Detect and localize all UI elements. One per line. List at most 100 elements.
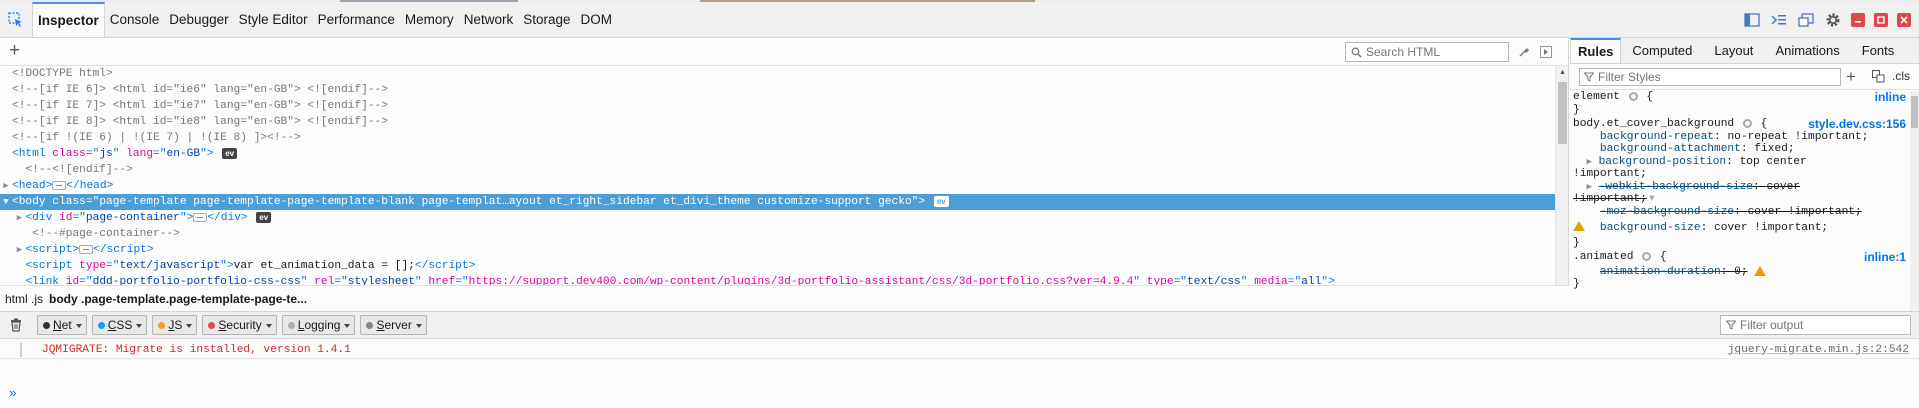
filter-logging-button[interactable]: Logging xyxy=(281,315,356,335)
tree-row[interactable]: <!--[if IE 7]> <html id="ie7" lang="en-G… xyxy=(0,98,1555,114)
message-source-link[interactable]: jquery-migrate.min.js:2:542 xyxy=(1728,344,1909,356)
warning-icon xyxy=(1754,265,1767,276)
filter-styles-input[interactable] xyxy=(1598,70,1828,84)
restore-button[interactable] xyxy=(1874,12,1888,27)
tree-row[interactable]: <!--<![endif]--> xyxy=(0,162,1555,178)
rule-header[interactable]: element {inline xyxy=(1570,91,1910,104)
tab-network[interactable]: Network xyxy=(459,2,519,37)
declaration-overridden[interactable]: animation-duration: 0; xyxy=(1570,266,1910,279)
filter-css-button[interactable]: CSS xyxy=(91,315,148,335)
tree-row[interactable]: <!--[if !(IE 6) | !(IE 7) | !(IE 8) ]><!… xyxy=(0,130,1555,146)
toggle-pseudo-class-icon[interactable] xyxy=(1872,70,1885,83)
rule-source-link[interactable]: inline xyxy=(1875,91,1906,104)
event-badge[interactable]: ev xyxy=(222,147,238,159)
collapsed-content-icon[interactable] xyxy=(193,212,208,222)
tree-row-script[interactable]: ▶ <script> </script> xyxy=(0,242,1555,258)
clear-console-button[interactable] xyxy=(8,317,24,333)
add-rule-button[interactable]: + xyxy=(1846,67,1856,87)
event-badge[interactable]: ev xyxy=(933,195,949,207)
devtools-toolbar: Inspector Console Debugger Style Editor … xyxy=(0,2,1919,38)
declaration[interactable]: ▶ background-position: top center xyxy=(1570,156,1910,169)
rule-header[interactable]: .animated {inline:1 xyxy=(1570,251,1910,264)
dock-side-button[interactable] xyxy=(1743,11,1761,29)
filter-server-button[interactable]: Server xyxy=(360,315,427,335)
tab-memory[interactable]: Memory xyxy=(400,2,459,37)
tab-fonts[interactable]: Fonts xyxy=(1851,38,1906,63)
tab-storage[interactable]: Storage xyxy=(518,2,575,37)
filter-output-input[interactable] xyxy=(1740,318,1900,332)
element-picker-button[interactable] xyxy=(0,2,32,37)
expand-toggle[interactable]: ▶ xyxy=(13,242,25,258)
breadcrumb-body[interactable]: body .page-template.page-template-page-t… xyxy=(49,292,307,306)
event-badge[interactable]: ev xyxy=(256,211,272,223)
filter-output-box[interactable] xyxy=(1720,315,1911,335)
tab-layout[interactable]: Layout xyxy=(1703,38,1764,63)
expand-toggle[interactable]: ▶ xyxy=(0,178,12,194)
tab-inspector[interactable]: Inspector xyxy=(32,2,105,37)
tree-row[interactable]: <!--[if IE 8]> <html id="ie8" lang="en-G… xyxy=(0,114,1555,130)
markup-scrollbar[interactable]: ▲ xyxy=(1555,66,1568,286)
rule-header[interactable]: body.et_cover_background {style.dev.css:… xyxy=(1570,118,1910,131)
minimize-button[interactable] xyxy=(1851,12,1865,27)
filter-net-button[interactable]: Net xyxy=(37,315,87,335)
rule-options-icon[interactable] xyxy=(1642,251,1652,261)
tab-performance[interactable]: Performance xyxy=(313,2,400,37)
markup-panel: + <!DOCTYPE html> <!--[if IE 6]> <html i… xyxy=(0,38,1569,311)
filter-js-button[interactable]: JS xyxy=(152,315,198,335)
tab-style-editor[interactable]: Style Editor xyxy=(234,2,313,37)
rule-source-link[interactable]: inline:1 xyxy=(1864,251,1906,264)
declaration[interactable]: background-attachment: fixed; xyxy=(1570,143,1910,156)
tree-row-body-selected[interactable]: ▼ <body class="page-template page-templat… xyxy=(0,194,1555,210)
rule-options-icon[interactable] xyxy=(1628,91,1638,101)
collapsed-content-icon[interactable] xyxy=(52,180,67,190)
tab-rules[interactable]: Rules xyxy=(1570,38,1622,63)
scroll-thumb[interactable] xyxy=(1911,96,1918,128)
declaration[interactable]: background-size: cover !important; xyxy=(1570,222,1910,235)
search-html-box[interactable] xyxy=(1345,42,1509,62)
tab-console[interactable]: Console xyxy=(105,2,165,37)
rules-scrollbar[interactable] xyxy=(1910,91,1919,311)
collapsed-content-icon[interactable] xyxy=(79,244,94,254)
console-input-prompt[interactable]: » xyxy=(9,386,17,401)
declaration-overridden[interactable]: -moz-background-size: cover !important; xyxy=(1570,206,1910,219)
tree-row-html[interactable]: <html class="js" lang="en-GB"> ev xyxy=(0,146,1555,162)
security-dot-icon xyxy=(208,321,216,329)
collapse-toggle[interactable]: ▼ xyxy=(0,194,12,210)
eyedropper-button[interactable] xyxy=(1516,44,1532,60)
message-text: JQMIGRATE: Migrate is installed, version… xyxy=(42,343,351,356)
filter-security-button[interactable]: Security xyxy=(202,315,277,335)
expand-toggle[interactable]: ▶ xyxy=(13,210,25,226)
settings-button[interactable] xyxy=(1824,11,1842,29)
cls-toggle-button[interactable]: .cls xyxy=(1892,69,1910,83)
filter-styles-box[interactable] xyxy=(1579,68,1841,86)
split-console-button[interactable] xyxy=(1770,11,1788,29)
declaration-continued: !important; xyxy=(1573,168,1647,180)
tree-row-div[interactable]: ▶ <div id="page-container"> </div> ev xyxy=(0,210,1555,226)
tree-row-head[interactable]: ▶ <head> </head> xyxy=(0,178,1555,194)
expand-panel-button[interactable] xyxy=(1538,44,1554,60)
rule-source-link[interactable]: style.dev.css:156 xyxy=(1808,118,1906,131)
scroll-up-arrow[interactable]: ▲ xyxy=(1556,66,1569,79)
close-button[interactable] xyxy=(1897,12,1911,27)
console-message[interactable]: JQMIGRATE: Migrate is installed, version… xyxy=(0,341,1919,359)
tab-debugger[interactable]: Debugger xyxy=(164,2,233,37)
tab-dom[interactable]: DOM xyxy=(576,2,618,37)
tab-animations[interactable]: Animations xyxy=(1764,38,1850,63)
tree-row[interactable]: <!DOCTYPE html> xyxy=(0,66,1555,82)
scroll-thumb[interactable] xyxy=(1558,82,1567,144)
tree-row[interactable]: <!--#page-container--> xyxy=(0,226,1555,242)
declaration[interactable]: background-repeat: no-repeat !important; xyxy=(1570,131,1910,144)
breadcrumb-html[interactable]: html .js xyxy=(5,292,43,306)
rule-options-icon[interactable] xyxy=(1742,118,1752,128)
tree-row[interactable]: <!--[if IE 6]> <html id="ie6" lang="en-G… xyxy=(0,82,1555,98)
console-toolbar: Net CSS JS Security Logging Server xyxy=(0,311,1919,339)
dock-window-button[interactable] xyxy=(1797,11,1815,29)
server-dot-icon xyxy=(366,321,374,329)
add-node-button[interactable]: + xyxy=(9,41,20,61)
tab-computed[interactable]: Computed xyxy=(1621,38,1703,63)
close-icon xyxy=(1900,15,1908,24)
tree-row-script[interactable]: <script type="text/javascript">var et_an… xyxy=(0,258,1555,274)
declaration-overridden[interactable]: ▶ -webkit-background-size: cover xyxy=(1570,181,1910,194)
search-html-input[interactable] xyxy=(1366,45,1501,59)
expand-icon xyxy=(1540,46,1552,58)
